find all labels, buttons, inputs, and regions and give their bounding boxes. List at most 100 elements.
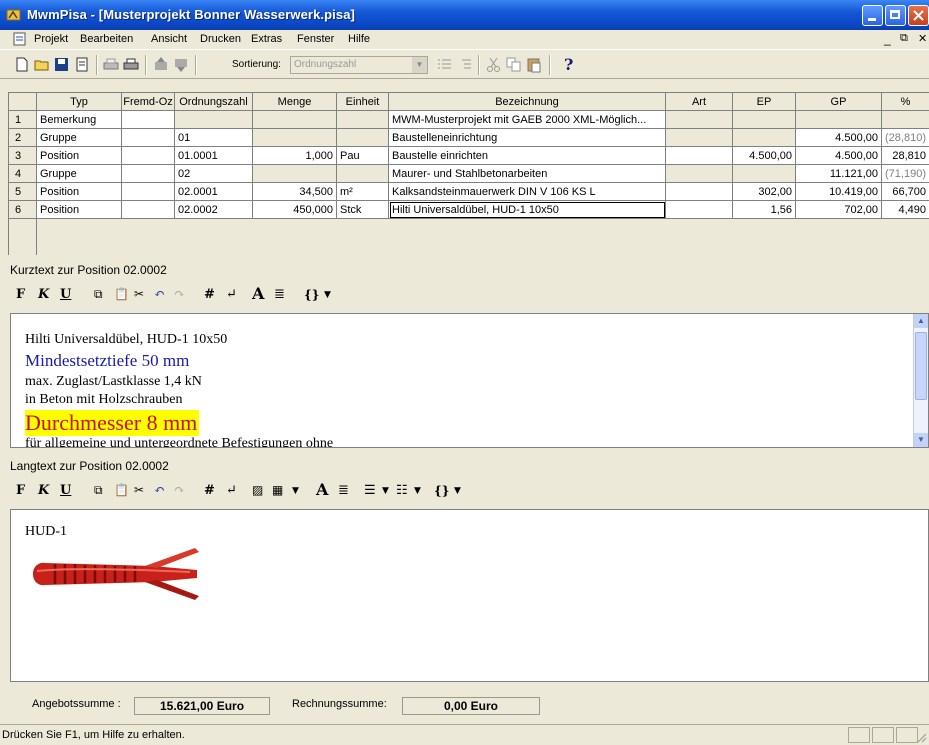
table-cell-einheit[interactable]: m² bbox=[337, 183, 389, 201]
paragraph-icon[interactable]: ≣ bbox=[338, 483, 349, 498]
table-cell-ep[interactable] bbox=[733, 111, 796, 129]
bold-icon[interactable]: F bbox=[16, 287, 25, 302]
resize-grip-icon[interactable] bbox=[915, 731, 927, 743]
document-icon[interactable] bbox=[12, 32, 28, 46]
table-cell-bez[interactable]: Kalksandsteinmauerwerk DIN V 106 KS L bbox=[389, 183, 666, 201]
column-header-fremd-oz[interactable]: Fremd-Oz bbox=[122, 93, 175, 111]
table-cell-art[interactable] bbox=[666, 165, 733, 183]
undo-icon[interactable]: ↶ bbox=[154, 287, 165, 302]
print-preview-icon[interactable] bbox=[102, 56, 120, 73]
table-cell-menge[interactable] bbox=[253, 165, 337, 183]
table-cell-typ[interactable]: Position bbox=[37, 201, 122, 219]
chevron-down-icon[interactable]: ▼ bbox=[382, 486, 389, 496]
table-cell-menge[interactable]: 34,500 bbox=[253, 183, 337, 201]
cut-icon[interactable] bbox=[485, 56, 503, 73]
copy-icon[interactable] bbox=[505, 56, 523, 73]
table-cell-einheit[interactable]: Pau bbox=[337, 147, 389, 165]
table-cell-typ[interactable]: Gruppe bbox=[37, 129, 122, 147]
table-cell-bez[interactable]: Baustelle einrichten bbox=[389, 147, 666, 165]
print-icon[interactable] bbox=[122, 56, 140, 73]
table-cell-bez[interactable]: Maurer- und Stahlbetonarbeiten bbox=[389, 165, 666, 183]
table-cell-typ[interactable]: Bemerkung bbox=[37, 111, 122, 129]
table-cell-bez[interactable]: MWM-Musterprojekt mit GAEB 2000 XML-Mögl… bbox=[389, 111, 666, 129]
font-icon[interactable]: A bbox=[252, 284, 264, 303]
line-break-icon[interactable]: ↵ bbox=[226, 483, 237, 498]
table-cell-bez[interactable]: Baustelleneinrichtung bbox=[389, 129, 666, 147]
table-cell-art[interactable] bbox=[666, 147, 733, 165]
table-cell-oz[interactable]: 02.0001 bbox=[175, 183, 253, 201]
redo-icon[interactable]: ↷ bbox=[174, 483, 185, 498]
column-header-art[interactable]: Art bbox=[666, 93, 733, 111]
table-cell-art[interactable] bbox=[666, 129, 733, 147]
chevron-down-icon[interactable]: ▼ bbox=[292, 486, 299, 496]
table-cell-einheit[interactable] bbox=[337, 111, 389, 129]
row-number[interactable]: 6 bbox=[9, 201, 37, 219]
column-header-ordnungszahl[interactable]: Ordnungszahl bbox=[175, 93, 253, 111]
properties-icon[interactable] bbox=[73, 56, 91, 73]
table-cell-art[interactable] bbox=[666, 183, 733, 201]
mdi-restore-icon[interactable]: ⧉ bbox=[900, 32, 908, 45]
table-cell-gp[interactable]: 4.500,00 bbox=[796, 129, 882, 147]
list-numbered-icon[interactable] bbox=[436, 56, 454, 73]
paste-icon[interactable]: 📋 bbox=[114, 287, 129, 301]
menu-hilfe[interactable]: Hilfe bbox=[348, 33, 370, 45]
table-cell-gp[interactable]: 10.419,00 bbox=[796, 183, 882, 201]
paste-icon[interactable]: 📋 bbox=[114, 483, 129, 497]
table-cell-ep[interactable]: 302,00 bbox=[733, 183, 796, 201]
column-header-gp[interactable]: GP bbox=[796, 93, 882, 111]
mdi-close-icon[interactable]: ✕ bbox=[918, 32, 927, 45]
undo-icon[interactable]: ↶ bbox=[154, 483, 165, 498]
table-cell-menge[interactable]: 450,000 bbox=[253, 201, 337, 219]
table-cell-oz[interactable]: 02.0002 bbox=[175, 201, 253, 219]
open-folder-icon[interactable] bbox=[33, 56, 51, 73]
chevron-down-icon[interactable]: ▼ bbox=[412, 57, 427, 73]
table-cell-oz[interactable]: 01 bbox=[175, 129, 253, 147]
table-cell-ep[interactable]: 1,56 bbox=[733, 201, 796, 219]
cut-icon[interactable]: ✂ bbox=[134, 483, 144, 497]
chevron-down-icon[interactable]: ▼ bbox=[324, 290, 331, 300]
underline-icon[interactable]: U bbox=[60, 483, 71, 498]
italic-icon[interactable]: K bbox=[38, 287, 49, 302]
table-cell-bez[interactable]: Hilti Universaldübel, HUD-1 10x50 bbox=[389, 201, 666, 219]
table-cell-pct[interactable] bbox=[882, 111, 929, 129]
title-bar[interactable]: MwmPisa - [Musterprojekt Bonner Wasserwe… bbox=[0, 0, 929, 30]
move-up-icon[interactable] bbox=[152, 56, 170, 73]
table-cell-einheit[interactable] bbox=[337, 129, 389, 147]
column-header-menge[interactable]: Menge bbox=[253, 93, 337, 111]
table-cell-gp[interactable]: 702,00 bbox=[796, 201, 882, 219]
column-header-percent[interactable]: % bbox=[882, 93, 929, 111]
table-cell-fremd[interactable] bbox=[122, 147, 175, 165]
menu-extras[interactable]: Extras bbox=[251, 33, 282, 45]
line-break-icon[interactable]: ↵ bbox=[226, 287, 237, 302]
column-header-bezeichnung[interactable]: Bezeichnung bbox=[389, 93, 666, 111]
row-number[interactable]: 4 bbox=[9, 165, 37, 183]
move-down-icon[interactable] bbox=[172, 56, 190, 73]
table-icon[interactable]: ▦ bbox=[272, 483, 283, 497]
table-cell-fremd[interactable] bbox=[122, 201, 175, 219]
table-cell-menge[interactable]: 1,000 bbox=[253, 147, 337, 165]
underline-icon[interactable]: U bbox=[60, 287, 71, 302]
table-cell-pct[interactable]: (28,810) bbox=[882, 129, 929, 147]
table-cell-pct[interactable]: (71,190) bbox=[882, 165, 929, 183]
table-cell-pct[interactable]: 4,490 bbox=[882, 201, 929, 219]
bullet-list-icon[interactable]: ☰ bbox=[364, 483, 376, 498]
kurztext-editor[interactable]: Hilti Universaldübel, HUD-1 10x50 Mindes… bbox=[10, 313, 929, 448]
row-number[interactable]: 1 bbox=[9, 111, 37, 129]
menu-bearbeiten[interactable]: Bearbeiten bbox=[80, 33, 133, 45]
table-cell-ep[interactable]: 4.500,00 bbox=[733, 147, 796, 165]
copy-icon[interactable]: ⧉ bbox=[94, 483, 103, 498]
new-file-icon[interactable] bbox=[13, 56, 31, 73]
column-header-einheit[interactable]: Einheit bbox=[337, 93, 389, 111]
scroll-up-icon[interactable]: ▲ bbox=[914, 314, 928, 328]
table-cell-typ[interactable]: Position bbox=[37, 147, 122, 165]
font-icon[interactable]: A bbox=[316, 480, 328, 499]
menu-projekt[interactable]: Projekt bbox=[34, 33, 68, 45]
column-header-typ[interactable]: Typ bbox=[37, 93, 122, 111]
numbered-list-icon[interactable]: ☷ bbox=[396, 483, 408, 498]
bold-icon[interactable]: F bbox=[16, 483, 25, 498]
langtext-editor[interactable]: HUD-1 bbox=[10, 509, 929, 682]
table-cell-fremd[interactable] bbox=[122, 165, 175, 183]
row-number[interactable]: 2 bbox=[9, 129, 37, 147]
kurztext-scrollbar[interactable]: ▲ ▼ bbox=[913, 314, 928, 447]
table-cell-gp[interactable] bbox=[796, 111, 882, 129]
